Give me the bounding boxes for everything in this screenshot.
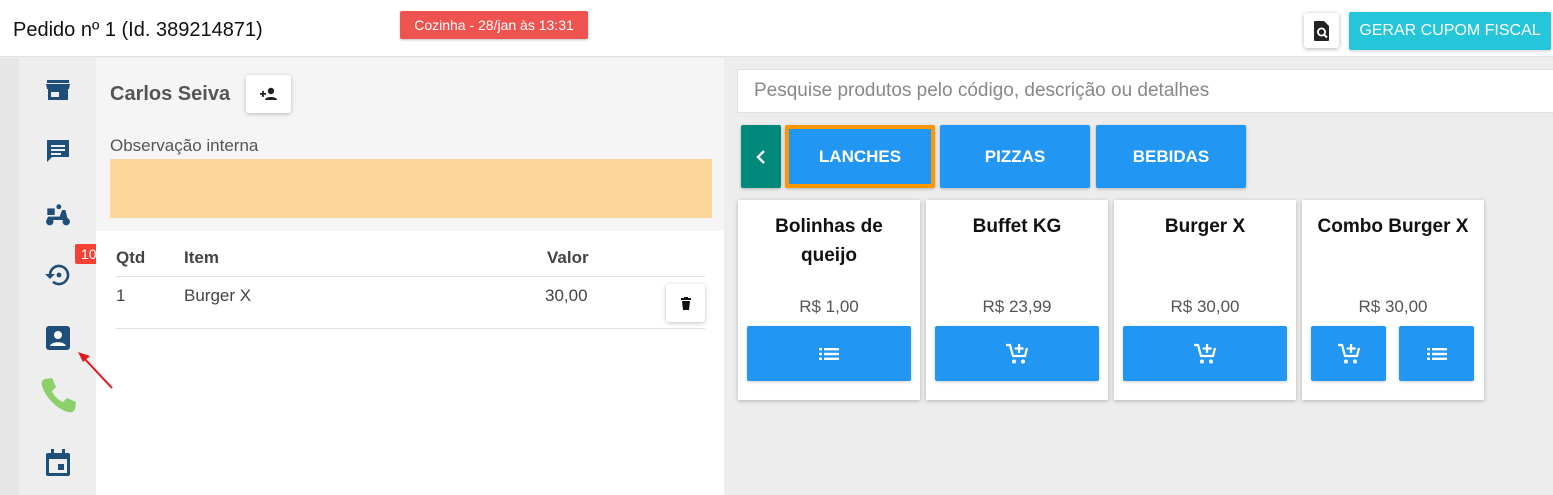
product-details-button[interactable] bbox=[1399, 326, 1474, 381]
trash-icon bbox=[680, 296, 691, 310]
row-item: Burger X bbox=[184, 286, 252, 305]
add-customer-button[interactable] bbox=[246, 75, 291, 113]
row-value: 30,00 bbox=[545, 286, 588, 305]
order-panel: Carlos Seiva Observação interna Qtd Item… bbox=[96, 58, 724, 495]
add-to-cart-icon bbox=[1194, 343, 1217, 363]
product-details-button[interactable] bbox=[747, 326, 911, 381]
message-icon[interactable] bbox=[44, 137, 72, 165]
phone-icon[interactable] bbox=[39, 376, 77, 416]
list-icon bbox=[1426, 347, 1447, 360]
document-search-icon bbox=[1313, 20, 1329, 41]
product-card: Burger X R$ 30,00 bbox=[1114, 200, 1296, 400]
category-lanches[interactable]: LANCHES bbox=[785, 125, 935, 188]
add-to-cart-button[interactable] bbox=[935, 326, 1099, 381]
product-price: R$ 1,00 bbox=[799, 297, 859, 316]
side-strip bbox=[0, 58, 19, 495]
column-header-qty: Qtd bbox=[116, 248, 146, 267]
product-name: Buffet KG bbox=[972, 216, 1062, 237]
customer-name: Carlos Seiva bbox=[110, 83, 231, 105]
add-to-cart-icon bbox=[1006, 343, 1029, 363]
product-name: Burger X bbox=[1164, 216, 1246, 237]
product-name: Combo Burger X bbox=[1317, 216, 1469, 237]
chevron-left-icon bbox=[756, 149, 765, 164]
history-icon[interactable] bbox=[44, 261, 72, 289]
add-to-cart-button[interactable] bbox=[1123, 326, 1287, 381]
add-user-icon bbox=[259, 87, 277, 100]
annotation-arrow-icon bbox=[78, 352, 113, 389]
divider bbox=[116, 328, 705, 329]
column-header-item: Item bbox=[184, 248, 219, 267]
product-search-input[interactable]: Pesquise produtos pelo código, descrição… bbox=[737, 69, 1553, 113]
category-prev-button[interactable] bbox=[741, 125, 781, 188]
row-qty: 1 bbox=[116, 286, 126, 305]
product-name: Bolinhas de queijo bbox=[775, 216, 883, 266]
observation-label: Observação interna bbox=[110, 136, 259, 155]
internal-observation-field[interactable] bbox=[110, 159, 712, 218]
add-to-cart-icon bbox=[1337, 343, 1360, 363]
category-pizzas[interactable]: PIZZAS bbox=[940, 125, 1090, 188]
add-to-cart-button[interactable] bbox=[1311, 326, 1386, 381]
calendar-icon[interactable] bbox=[44, 449, 72, 477]
product-price: R$ 30,00 bbox=[1358, 297, 1428, 316]
top-bar: Pedido nº 1 (Id. 389214871) Cozinha - 28… bbox=[0, 0, 1553, 57]
product-card: Combo Burger X R$ 30,00 bbox=[1302, 200, 1484, 400]
category-bebidas[interactable]: BEBIDAS bbox=[1096, 125, 1246, 188]
order-title: Pedido nº 1 (Id. 389214871) bbox=[13, 19, 263, 41]
delete-item-button[interactable] bbox=[666, 284, 705, 322]
product-price: R$ 30,00 bbox=[1170, 297, 1240, 316]
generate-fiscal-coupon-button[interactable]: GERAR CUPOM FISCAL bbox=[1349, 12, 1551, 50]
product-card: Bolinhas de queijo R$ 1,00 bbox=[738, 200, 920, 400]
column-header-value: Valor bbox=[547, 248, 589, 267]
customer-section: Carlos Seiva Observação interna bbox=[96, 58, 724, 231]
delivery-scooter-icon[interactable] bbox=[44, 201, 72, 229]
list-icon bbox=[819, 347, 839, 360]
kitchen-status-badge: Cozinha - 28/jan às 13:31 bbox=[400, 11, 588, 39]
product-price: R$ 23,99 bbox=[982, 297, 1052, 316]
sidebar: 102 bbox=[19, 58, 111, 495]
store-icon[interactable] bbox=[44, 76, 72, 104]
product-card: Buffet KG R$ 23,99 bbox=[926, 200, 1108, 400]
preview-button[interactable] bbox=[1304, 13, 1339, 48]
contact-card-icon[interactable] bbox=[44, 324, 72, 352]
divider bbox=[116, 276, 705, 277]
